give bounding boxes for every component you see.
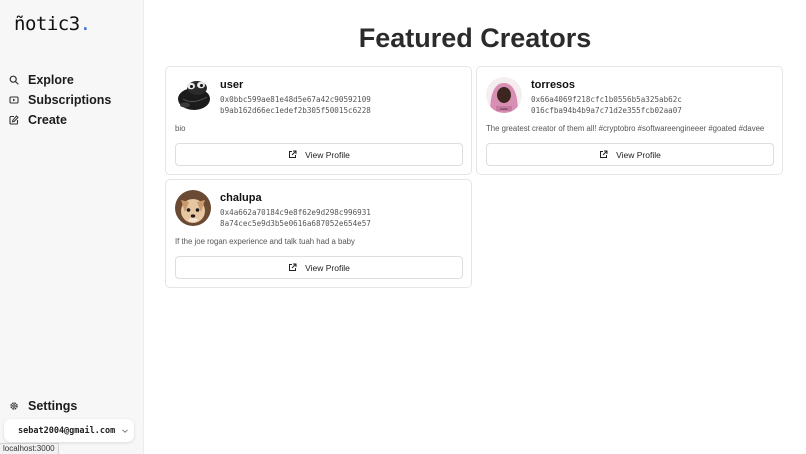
external-link-icon	[288, 263, 297, 272]
view-profile-label: View Profile	[305, 262, 350, 273]
gear-icon	[9, 401, 19, 411]
frog-avatar	[175, 77, 211, 113]
external-link-icon	[599, 150, 608, 159]
view-profile-button[interactable]: View Profile	[175, 256, 463, 279]
edit-icon	[9, 115, 19, 125]
sidebar-item-label: Subscriptions	[28, 93, 112, 107]
creator-address-line: 0x66a4069f218cfc1b0556b5a325ab62c	[531, 95, 682, 104]
sidebar-item-label: Explore	[28, 73, 74, 87]
account-menu-button[interactable]: sebat2004@gmail.com	[4, 419, 134, 442]
sidebar: ñotic3. Explore Subscriptions Create Set…	[0, 0, 144, 454]
creator-address: 0x4a662a70184c9e8f62e9d298c996931 8a74ce…	[220, 207, 371, 229]
dog-avatar	[175, 190, 211, 226]
svg-text:ASSC: ASSC	[500, 107, 508, 111]
creator-address: 0x0bbc599ae81e48d5e67a42c90592109 b9ab16…	[220, 94, 371, 116]
creator-address-line: 016cfba94b4b9a7c71d2e355fcb02aa07	[531, 106, 682, 115]
external-link-icon	[288, 150, 297, 159]
chevron-down-icon	[121, 428, 129, 434]
view-profile-button[interactable]: View Profile	[175, 143, 463, 166]
creator-card: chalupa 0x4a662a70184c9e8f62e9d298c99693…	[165, 179, 472, 288]
search-icon	[9, 75, 19, 85]
creator-address-line: 0x4a662a70184c9e8f62e9d298c996931	[220, 208, 371, 217]
creator-bio: bio	[175, 124, 186, 133]
sidebar-item-create[interactable]: Create	[9, 111, 67, 129]
view-profile-button[interactable]: View Profile	[486, 143, 774, 166]
creator-address-line: b9ab162d66ec1edef2b305f50015c6228	[220, 106, 371, 115]
app-logo[interactable]: ñotic3.	[14, 13, 91, 35]
sidebar-item-subscriptions[interactable]: Subscriptions	[9, 91, 111, 109]
creator-bio: The greatest creator of them all! #crypt…	[486, 124, 765, 133]
sidebar-item-label: Settings	[28, 399, 78, 413]
account-email: sebat2004@gmail.com	[18, 425, 116, 436]
creator-name: torresos	[531, 79, 576, 91]
creator-bio: If the joe rogan experience and talk tua…	[175, 237, 355, 246]
sidebar-item-explore[interactable]: Explore	[9, 71, 74, 89]
creator-card: user 0x0bbc599ae81e48d5e67a42c90592109 b…	[165, 66, 472, 175]
sidebar-item-settings[interactable]: Settings	[9, 397, 77, 415]
logo-dot: .	[79, 13, 91, 35]
page-title: Featured Creators	[358, 23, 592, 53]
creator-address-line: 8a74cec5e9d3b5e0616a687052e654e57	[220, 219, 371, 228]
logo-text: ñotic3	[14, 13, 80, 35]
subscriptions-icon	[9, 95, 19, 105]
sidebar-item-label: Create	[28, 113, 67, 127]
view-profile-label: View Profile	[305, 149, 350, 160]
creator-card: ASSC torresos 0x66a4069f218cfc1b0556b5a3…	[476, 66, 783, 175]
creator-address: 0x66a4069f218cfc1b0556b5a325ab62c 016cfb…	[531, 94, 682, 116]
status-bar-url: localhost:3000	[0, 443, 59, 454]
pink-hood-avatar: ASSC	[486, 77, 522, 113]
creator-address-line: 0x0bbc599ae81e48d5e67a42c90592109	[220, 95, 371, 104]
creator-name: user	[220, 79, 244, 91]
view-profile-label: View Profile	[616, 149, 661, 160]
creator-name: chalupa	[220, 192, 262, 204]
